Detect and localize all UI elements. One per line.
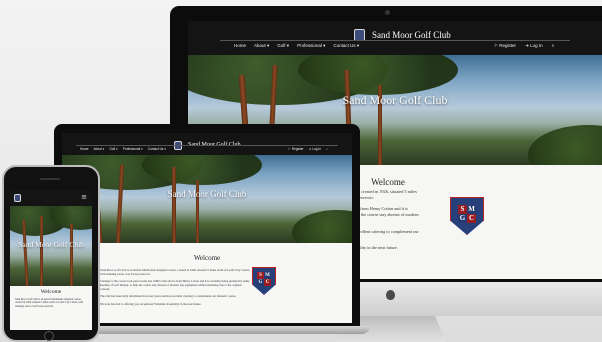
nav-register-label: Register xyxy=(291,147,304,151)
logo-letter: C xyxy=(264,279,271,286)
desktop-brand[interactable]: Sand Moor Golf Club xyxy=(354,26,451,44)
desktop-header-divider xyxy=(220,40,570,41)
desktop-nav: Home About ▾ Golf ▾ Professional ▾ Conta… xyxy=(234,43,359,49)
phone-hero-title: Sand Moor Golf Club xyxy=(18,240,84,249)
phone-home-button xyxy=(44,331,54,341)
phone-speaker xyxy=(40,178,60,180)
laptop-hero: Sand Moor Golf Club xyxy=(62,155,352,243)
desktop-header: Sand Moor Golf Club Home About ▾ Golf ▾ … xyxy=(188,21,602,55)
laptop-paragraph: Changes to the course took place in the … xyxy=(100,279,250,292)
nav-about[interactable]: About ▾ xyxy=(254,43,269,49)
tree-foliage xyxy=(292,210,352,243)
desktop-hero-title: Sand Moor Golf Club xyxy=(342,93,448,107)
tree-trunk xyxy=(172,167,176,243)
phone-header: ≡ xyxy=(10,190,92,206)
laptop-screen: Sand Moor Golf Club Home About ▾ Golf ▾ … xyxy=(62,133,352,323)
logo-letter: M xyxy=(467,205,476,214)
hamburger-menu-icon[interactable]: ≡ xyxy=(81,194,87,201)
desktop-account-nav: ⚐ Register ➜ Log In ⌕ xyxy=(494,43,554,49)
apple-logo-icon xyxy=(386,290,395,300)
nav-golf[interactable]: Golf ▾ xyxy=(109,147,117,151)
search-icon[interactable]: ⌕ xyxy=(326,147,328,151)
nav-home[interactable]: Home xyxy=(234,43,246,49)
logo-letter: G xyxy=(458,214,467,223)
laptop-nav: Home About ▾ Golf ▾ Professional ▾ Conta… xyxy=(80,147,166,151)
laptop-club-logo: S M G C xyxy=(252,267,276,295)
logo-letter: S xyxy=(458,205,467,214)
nav-login[interactable]: ➜ Log In xyxy=(525,43,543,49)
laptop-welcome-text: Sand Moor Golf Club is an Alister MacKen… xyxy=(100,265,250,306)
nav-about[interactable]: About ▾ xyxy=(94,147,105,151)
club-crest-icon xyxy=(14,194,21,202)
logo-letter: M xyxy=(264,272,271,279)
nav-golf[interactable]: Golf ▾ xyxy=(277,43,289,49)
nav-professional[interactable]: Professional ▾ xyxy=(123,147,143,151)
phone-welcome-text: Sand Moor Golf Club is an Alister MacKen… xyxy=(15,298,87,308)
laptop-welcome-heading: Welcome xyxy=(193,254,221,262)
logo-letter: G xyxy=(257,279,264,286)
laptop-account-nav: ⚐ Register ➜ Log In ⌕ xyxy=(288,147,328,151)
nav-home[interactable]: Home xyxy=(80,147,89,151)
search-icon[interactable]: ⌕ xyxy=(552,43,555,49)
nav-register[interactable]: ⚐ Register xyxy=(494,43,516,49)
laptop-paragraph: The club has been fully refurbished in r… xyxy=(100,294,237,299)
phone-hero: Sand Moor Golf Club xyxy=(10,206,92,286)
laptop-hero-title: Sand Moor Golf Club xyxy=(167,189,247,199)
desktop-text-line: hospitality in the near future. xyxy=(348,244,398,250)
phone-screen: ≡ Sand Moor Golf Club Welcome Sand Moor … xyxy=(10,190,92,330)
nav-login-label: Log In xyxy=(312,147,322,151)
desktop-site-title: Sand Moor Golf Club xyxy=(372,30,451,41)
phone-body: Welcome Sand Moor Golf Club is an Aliste… xyxy=(10,286,92,330)
tree-trunk xyxy=(70,224,73,286)
logo-letter: S xyxy=(257,272,264,279)
nav-register-label: Register xyxy=(499,43,517,48)
nav-login-label: Log In xyxy=(530,43,543,48)
nav-professional[interactable]: Professional ▾ xyxy=(297,43,325,49)
logo-letter: C xyxy=(467,214,476,223)
laptop-paragraph: Sand Moor Golf Club is an Alister MacKen… xyxy=(100,268,250,277)
nav-contact[interactable]: Contact Us ▾ xyxy=(148,147,166,151)
laptop-paragraph: We look forward to offering you exceptio… xyxy=(100,301,202,306)
nav-login[interactable]: ➜ Log In xyxy=(309,147,321,151)
phone-welcome-heading: Welcome xyxy=(40,289,62,295)
tree-foliage xyxy=(528,125,602,165)
tree-trunk xyxy=(40,216,43,286)
nav-register[interactable]: ⚐ Register xyxy=(288,147,304,151)
laptop-header: Sand Moor Golf Club Home About ▾ Golf ▾ … xyxy=(62,133,352,155)
phone-paragraph: Sand Moor Golf Club is an Alister MacKen… xyxy=(15,298,83,308)
laptop-header-divider xyxy=(76,145,338,146)
desktop-club-logo: S M G C xyxy=(450,197,484,235)
laptop-body: Welcome Sand Moor Golf Club is an Aliste… xyxy=(62,243,352,323)
desktop-camera xyxy=(385,10,390,15)
nav-contact[interactable]: Contact Us ▾ xyxy=(333,43,359,49)
